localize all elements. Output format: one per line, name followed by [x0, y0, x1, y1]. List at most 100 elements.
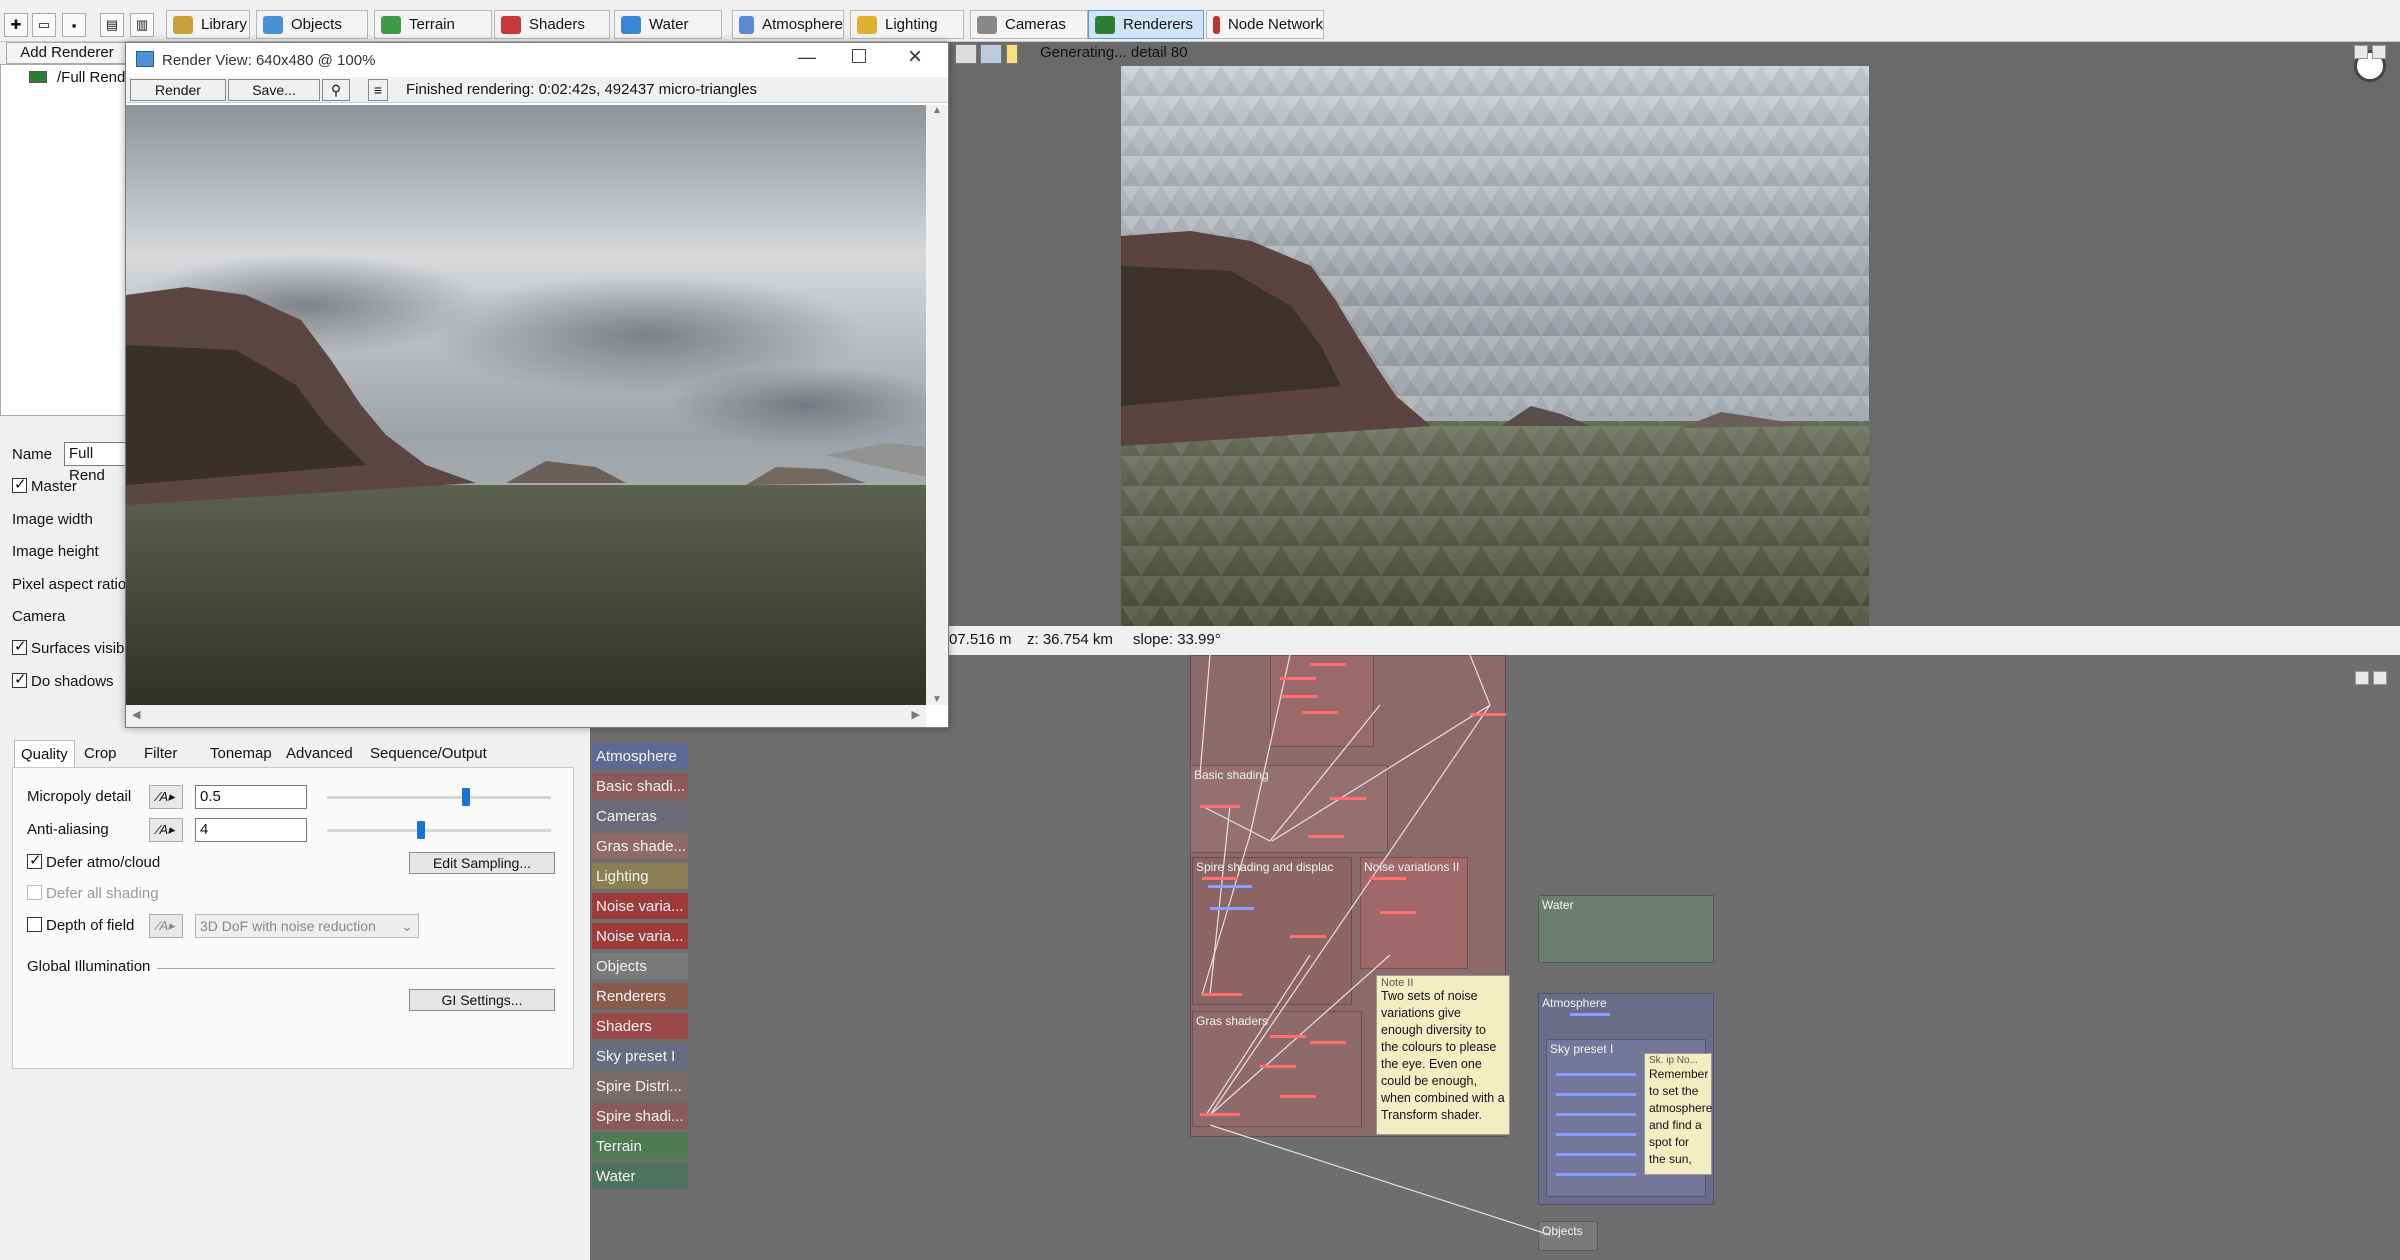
toolbar-node-network-button[interactable]: Node Network — [1206, 10, 1324, 39]
gi-divider — [157, 968, 555, 969]
quality-tab-body: Micropoly detail ∕A▸ 0.5 Anti-aliasing ∕… — [12, 767, 574, 1069]
toolbar-label: Objects — [291, 16, 342, 33]
master-checkbox[interactable]: Master — [12, 475, 77, 495]
tab-quality[interactable]: Quality — [14, 740, 75, 768]
node-network-icon — [1213, 15, 1220, 34]
renderers-icon — [1095, 15, 1115, 34]
open-icon[interactable]: ▭ — [32, 13, 56, 37]
sky-node-blocks — [1208, 885, 1636, 1176]
node-network-area[interactable]: Atmosphere Basic shadi... Cameras Gras shad… — [590, 655, 2400, 1260]
render-status: Finished rendering: 0:02:42s, 492437 mic… — [406, 81, 758, 98]
toolbar-lighting-button[interactable]: Lighting — [850, 10, 964, 39]
defer-all-check-icon — [27, 885, 42, 900]
gi-label: Global Illumination — [27, 958, 151, 975]
library-icon — [173, 15, 193, 34]
name-label: Name — [12, 446, 53, 463]
zoom-icon[interactable]: ⚲ — [322, 79, 350, 101]
toolbar-atmosphere-button[interactable]: Atmosphere — [732, 10, 844, 39]
tab-crop[interactable]: Crop — [78, 740, 123, 768]
antialias-slider[interactable] — [327, 829, 551, 832]
antialias-input[interactable]: 4 — [195, 818, 307, 842]
toolbar-objects-button[interactable]: Objects — [256, 10, 368, 39]
generating-status: Generating... detail 80 — [1040, 44, 1188, 61]
render-view-hscroll[interactable]: ◀ ▶ — [126, 705, 926, 727]
render-view-vscroll[interactable]: ▲ ▼ — [926, 105, 948, 705]
render-view-window[interactable]: Render View: 640x480 @ 100% — × Render S… — [125, 42, 949, 728]
node-connections — [1199, 655, 1636, 1236]
3d-icon[interactable]: ▥ — [130, 13, 154, 37]
3d-viewport[interactable] — [949, 42, 2400, 630]
antialias-label: Anti-aliasing — [27, 821, 109, 838]
tab-advanced[interactable]: Advanced — [280, 740, 359, 768]
tab-tonemap[interactable]: Tonemap — [204, 740, 278, 768]
log-icon[interactable]: ≡ — [368, 79, 388, 101]
micropoly-slider[interactable] — [327, 796, 551, 799]
chevron-down-icon: ⌄ — [401, 918, 413, 934]
surfaces-visible-label: Surfaces visibl — [31, 640, 124, 657]
rendered-image[interactable] — [126, 105, 926, 705]
master-check-icon — [12, 475, 27, 493]
renderer-icon — [29, 71, 47, 83]
camera-tool-icon[interactable] — [980, 44, 1002, 64]
micropoly-input[interactable]: 0.5 — [195, 785, 307, 809]
do-shadows-checkbox[interactable]: Do shadows — [12, 670, 114, 690]
defer-atmo-checkbox[interactable]: Defer atmo/cloud — [27, 851, 160, 871]
micropoly-slider-thumb[interactable] — [461, 788, 470, 806]
toolbar-terrain-button[interactable]: Terrain — [374, 10, 492, 39]
status-slope: slope: 33.99° — [1133, 631, 1221, 648]
render-view-titlebar[interactable]: Render View: 640x480 @ 100% — × — [126, 43, 948, 77]
render-view-icon — [136, 51, 154, 67]
tab-sequence-output[interactable]: Sequence/Output — [364, 740, 493, 768]
toolbar-renderers-button[interactable]: Renderers — [1088, 10, 1204, 39]
save-icon[interactable]: ▪ — [62, 13, 86, 37]
image-width-label: Image width — [12, 511, 93, 528]
pen-tool-icon[interactable] — [955, 44, 977, 64]
viewport-close-icon[interactable] — [2372, 45, 2386, 59]
defer-all-checkbox[interactable]: Defer all shading — [27, 885, 159, 902]
add-renderer-button[interactable]: Add Renderer — [6, 42, 128, 64]
view-icon[interactable]: ▤ — [100, 13, 124, 37]
viewport-restore-icon[interactable] — [2354, 45, 2368, 59]
toolbar-label: Cameras — [1005, 16, 1066, 33]
toolbar-label: Water — [649, 16, 689, 33]
image-height-label: Image height — [12, 543, 99, 560]
preview-image[interactable] — [1121, 66, 1869, 628]
surfaces-check-icon — [12, 640, 27, 655]
water-icon — [621, 15, 641, 34]
toolbar-library-button[interactable]: Library — [166, 10, 250, 39]
micropoly-graph-button[interactable]: ∕A▸ — [149, 785, 183, 809]
close-icon[interactable]: × — [908, 43, 922, 71]
atmosphere-icon — [739, 15, 755, 34]
toolbar-label: Terrain — [409, 16, 455, 33]
antialias-slider-thumb[interactable] — [417, 821, 426, 839]
status-y: 07.516 m — [949, 631, 1012, 648]
renderer-tree[interactable]: /Full Rend — [0, 64, 128, 416]
toolbar-shaders-button[interactable]: Shaders — [494, 10, 610, 39]
name-field[interactable]: Full Rend — [64, 442, 128, 484]
edit-sampling-button[interactable]: Edit Sampling... — [409, 852, 555, 874]
save-button[interactable]: Save... — [228, 79, 320, 101]
gi-settings-button[interactable]: GI Settings... — [409, 989, 555, 1011]
render-button[interactable]: Render — [130, 79, 226, 101]
do-shadows-label: Do shadows — [31, 673, 114, 690]
dof-dropdown[interactable]: 3D DoF with noise reduction ⌄ — [195, 914, 419, 938]
tree-item-full-renderer[interactable]: /Full Rend — [57, 69, 125, 86]
surfaces-visible-checkbox[interactable]: Surfaces visibl — [12, 640, 124, 657]
toolbar-water-button[interactable]: Water — [614, 10, 722, 39]
dof-graph-button[interactable]: ∕A▸ — [149, 914, 183, 938]
defer-atmo-check-icon — [27, 851, 42, 869]
status-z: z: 36.754 km — [1027, 631, 1113, 648]
dof-label: Depth of field — [46, 917, 135, 934]
new-icon[interactable]: ✚ — [4, 13, 28, 37]
cameras-icon — [977, 15, 997, 34]
camera-label: Camera — [12, 608, 66, 625]
toolbar-label: Atmosphere — [762, 16, 843, 33]
dof-checkbox[interactable]: Depth of field — [27, 917, 134, 934]
minimize-icon[interactable]: — — [798, 47, 816, 68]
light-tool-icon[interactable] — [1006, 44, 1018, 64]
toolbar-label: Library — [201, 16, 247, 33]
toolbar-label: Shaders — [529, 16, 585, 33]
antialias-graph-button[interactable]: ∕A▸ — [149, 818, 183, 842]
maximize-icon[interactable] — [852, 49, 866, 63]
tab-filter[interactable]: Filter — [138, 740, 183, 768]
